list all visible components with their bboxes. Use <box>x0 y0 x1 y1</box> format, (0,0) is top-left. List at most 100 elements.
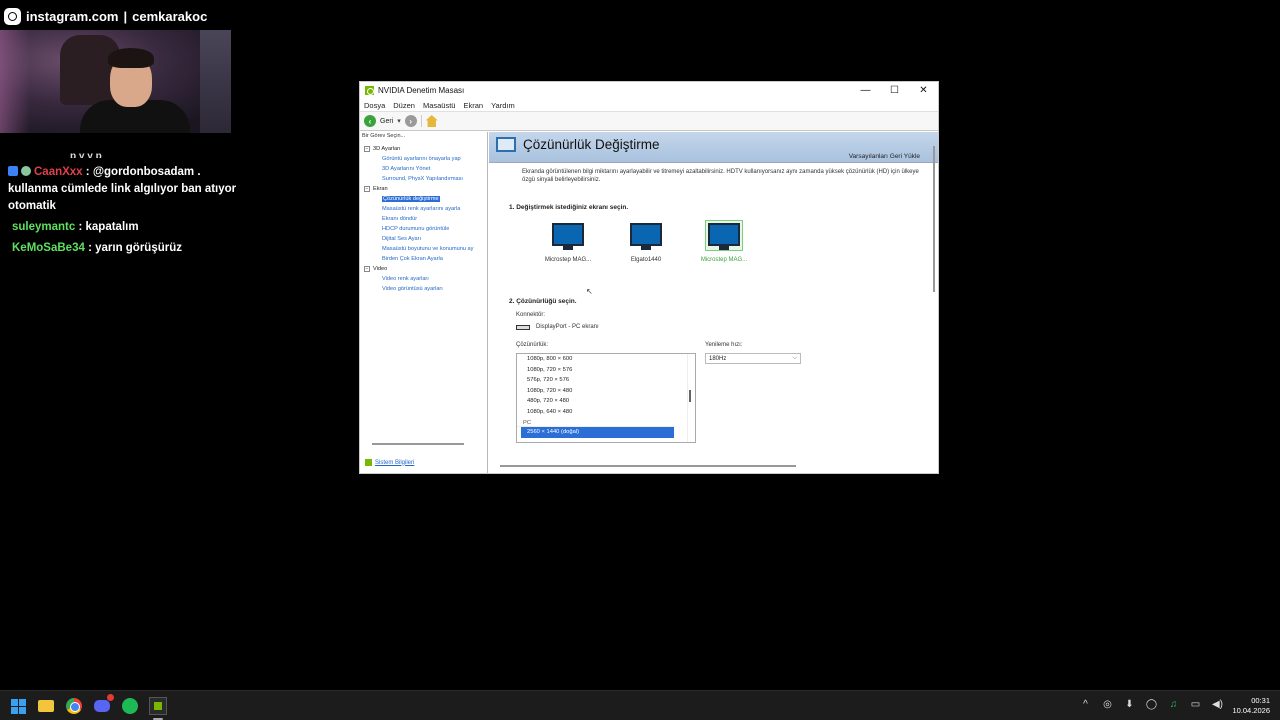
spotify-button[interactable] <box>120 696 140 716</box>
chat-message: CaanXxx : @gordonbosadam . kullanma cüml… <box>8 164 243 215</box>
resolution-option[interactable]: 1080p, 720 × 576 <box>517 365 695 376</box>
content-pane: Çözünürlük Değiştirme Varsayılanları Ger… <box>489 132 938 473</box>
menu-duzen[interactable]: Düzen <box>393 101 415 110</box>
tree-item-digital-audio[interactable]: Dijital Ses Ayarı <box>364 234 485 244</box>
mouse-cursor-icon: ↖ <box>586 287 593 296</box>
content-horizontal-scrollbar[interactable] <box>500 465 796 467</box>
restore-defaults-link[interactable]: Varsayılanları Geri Yükle <box>849 153 920 160</box>
tree-group-display[interactable]: − Ekran <box>364 184 485 194</box>
clock-date: 10.04.2026 <box>1232 706 1270 715</box>
nvidia-control-panel-taskbar-button[interactable] <box>148 696 168 720</box>
tree-group-3d-settings[interactable]: −3D Ayarları <box>364 144 485 154</box>
resolution-option[interactable]: 480p, 720 × 480 <box>517 396 695 407</box>
network-icon[interactable]: ▭ <box>1189 699 1202 710</box>
windows-logo-icon <box>10 698 26 714</box>
start-button[interactable] <box>8 696 28 716</box>
clock-time: 00:31 <box>1251 696 1270 705</box>
content-vertical-scrollbar[interactable] <box>933 146 935 292</box>
tree-item-video-image[interactable]: Video görüntüsü ayarları <box>364 284 485 294</box>
display-option-selected[interactable]: Microstep MAG... <box>685 220 763 263</box>
resolution-listbox[interactable]: 1080p, 800 × 600 1080p, 720 × 576 576p, … <box>516 353 696 443</box>
back-arrow-icon[interactable]: ‹ <box>364 115 376 127</box>
system-info-icon <box>365 459 372 466</box>
spotify-tray-icon[interactable]: ♫ <box>1167 699 1180 710</box>
menu-dosya[interactable]: Dosya <box>364 101 385 110</box>
task-tree: −3D Ayarları Görüntü ayarlarını önayarla… <box>364 144 485 294</box>
maximize-button[interactable]: ☐ <box>880 85 909 96</box>
resolution-option[interactable]: 576p, 720 × 576 <box>517 375 695 386</box>
chrome-icon <box>66 698 82 714</box>
instagram-handle: instagram.com <box>26 8 119 24</box>
chat-username: suleymantc <box>12 221 76 233</box>
connector-value: DisplayPort - PC ekranı <box>536 324 599 330</box>
tree-item-change-resolution[interactable]: Çözünürlük değiştirme <box>364 194 485 204</box>
tree-group-video[interactable]: − Video <box>364 264 485 274</box>
page-title: Çözünürlük Değiştirme <box>523 137 660 152</box>
chat-overlay: p y y p CaanXxx : @gordonbosadam . kulla… <box>8 148 243 261</box>
minimize-button[interactable]: — <box>851 85 880 96</box>
steam-tray-icon[interactable]: ⬇ <box>1123 699 1136 710</box>
display-resolution-icon <box>496 137 516 152</box>
discord-tray-icon[interactable]: ◎ <box>1101 699 1114 710</box>
resolution-option-selected[interactable]: 2560 × 1440 (doğal) <box>521 427 674 438</box>
task-pane-horizontal-scrollbar[interactable] <box>372 443 464 445</box>
back-button[interactable]: Geri <box>380 118 393 125</box>
chat-message: suleymantc : kapatalım <box>8 219 243 236</box>
system-info-link[interactable]: Sistem Bilgileri <box>365 459 414 466</box>
chat-username: KeMoSaBe34 <box>12 242 85 254</box>
step2-heading: 2. Çözünürlüğü seçin. <box>509 298 577 305</box>
chat-username: CaanXxx <box>34 166 83 178</box>
taskbar: ^ ◎ ⬇ ◯ ♫ ▭ ◀) 00:31 10.04.2026 <box>0 690 1280 720</box>
tree-item-hdcp-status[interactable]: HDCP durumunu görüntüle <box>364 224 485 234</box>
title-bar[interactable]: NVIDIA Denetim Masası — ☐ ✕ <box>360 82 938 99</box>
tree-item-surround-physx[interactable]: Surround, PhysX Yapılandırması <box>364 174 485 184</box>
volume-icon[interactable]: ◀) <box>1211 699 1224 710</box>
forward-arrow-icon[interactable]: › <box>404 115 417 127</box>
menu-yardim[interactable]: Yardım <box>491 101 515 110</box>
resolution-option[interactable]: 1080p, 800 × 600 <box>517 354 695 365</box>
page-header: Çözünürlük Değiştirme Varsayılanları Ger… <box>489 132 938 163</box>
nvidia-logo-icon <box>365 86 374 95</box>
system-tray: ^ ◎ ⬇ ◯ ♫ ▭ ◀) <box>1079 699 1224 710</box>
collapse-icon[interactable]: − <box>364 186 370 192</box>
system-clock[interactable]: 00:31 10.04.2026 <box>1232 696 1270 716</box>
display-option[interactable]: Elgato1440 <box>607 220 685 263</box>
chat-cutoff-line: p y y p <box>70 151 102 158</box>
resolution-option[interactable]: 1080p, 720 × 480 <box>517 386 695 397</box>
file-explorer-button[interactable] <box>36 696 56 716</box>
app-tray-icon[interactable]: ◯ <box>1145 699 1158 710</box>
toolbar: ‹ Geri ▾ › <box>360 112 938 131</box>
menu-bar: Dosya Düzen Masaüstü Ekran Yardım <box>360 99 938 112</box>
window-title: NVIDIA Denetim Masası <box>378 86 465 95</box>
menu-ekran[interactable]: Ekran <box>463 101 483 110</box>
chrome-button[interactable] <box>64 696 84 716</box>
chat-text: : yarın görüşürüz <box>88 242 183 254</box>
collapse-icon[interactable]: − <box>364 266 370 272</box>
back-history-dropdown[interactable]: ▾ <box>397 117 401 125</box>
tree-item-video-color[interactable]: Video renk ayarları <box>364 274 485 284</box>
show-hidden-icons-icon[interactable]: ^ <box>1079 699 1092 710</box>
screen: instagram.com | cemkarakoc p y y p CaanX… <box>0 0 1280 720</box>
display-option[interactable]: Microstep MAG... <box>529 220 607 263</box>
discord-icon <box>94 700 110 712</box>
resolution-scroll-thumb[interactable] <box>689 390 691 402</box>
refresh-rate-select[interactable]: 180Hz <box>705 353 801 364</box>
tree-item-desktop-size[interactable]: Masaüstü boyutunu ve konumunu ay <box>364 244 485 254</box>
tree-item-multiple-displays[interactable]: Birden Çok Ekran Ayarla <box>364 254 485 264</box>
home-icon[interactable] <box>425 115 438 127</box>
resolution-option[interactable]: 1080p, 640 × 480 <box>517 407 695 418</box>
collapse-icon[interactable]: − <box>364 146 370 152</box>
task-pane: Bir Görev Seçin... −3D Ayarları Görüntü … <box>360 132 488 473</box>
instagram-icon <box>4 7 21 25</box>
close-button[interactable]: ✕ <box>909 85 938 96</box>
resolution-label: Çözünürlük: <box>516 342 549 348</box>
menu-masaustu[interactable]: Masaüstü <box>423 101 456 110</box>
discord-button[interactable] <box>92 694 114 716</box>
spotify-icon <box>122 698 138 714</box>
tree-item-rotate-display[interactable]: Ekranı döndür <box>364 214 485 224</box>
tree-item-image-presets[interactable]: Görüntü ayarlarını önayarla yap <box>364 154 485 164</box>
tree-item-manage-3d[interactable]: 3D Ayarlarını Yönet <box>364 164 485 174</box>
refresh-rate-label: Yenileme hızı: <box>705 342 743 348</box>
displayport-icon <box>516 324 530 330</box>
tree-item-desktop-color[interactable]: Masaüstü renk ayarlarını ayarla <box>364 204 485 214</box>
